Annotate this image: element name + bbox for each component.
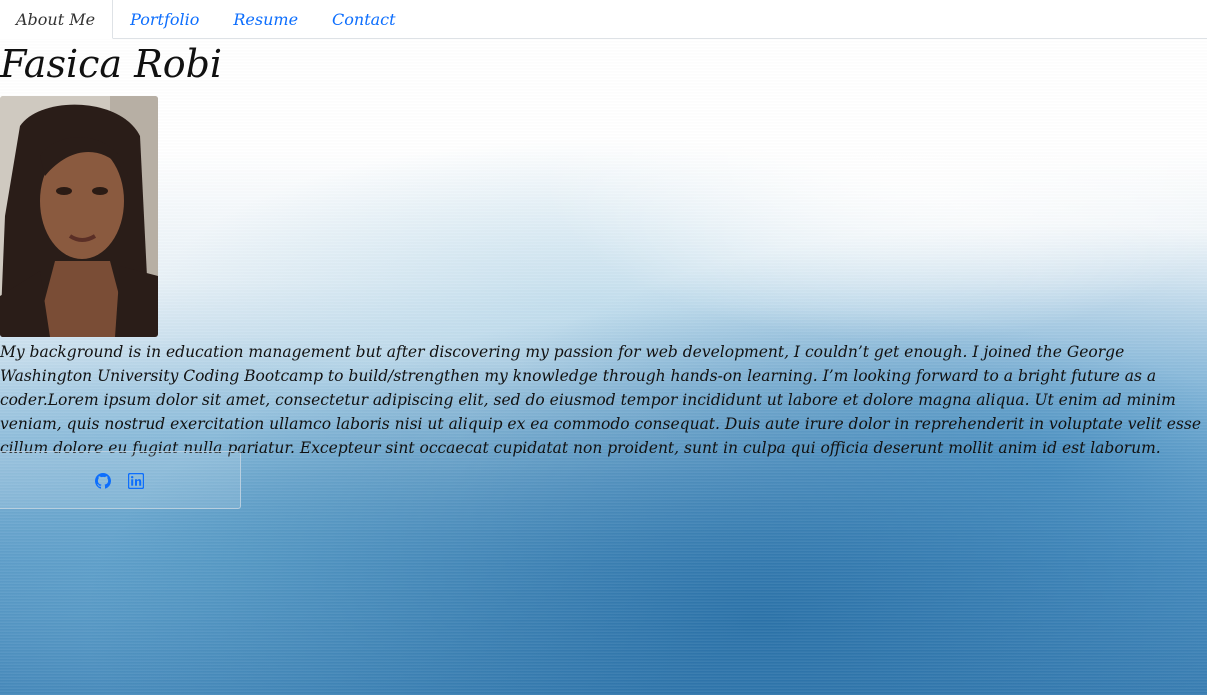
tab-resume[interactable]: Resume bbox=[216, 1, 315, 38]
nav-tabs: About Me Portfolio Resume Contact bbox=[0, 0, 1207, 39]
page-title: Fasica Robi bbox=[0, 42, 223, 86]
profile-photo bbox=[0, 96, 158, 337]
tab-portfolio[interactable]: Portfolio bbox=[113, 1, 216, 38]
linkedin-icon[interactable] bbox=[127, 472, 145, 490]
github-icon[interactable] bbox=[95, 473, 111, 489]
bio-paragraph: My background is in education management… bbox=[0, 343, 1202, 457]
social-links-card bbox=[0, 451, 241, 509]
tab-contact[interactable]: Contact bbox=[315, 1, 413, 38]
tab-about-me[interactable]: About Me bbox=[0, 0, 114, 39]
